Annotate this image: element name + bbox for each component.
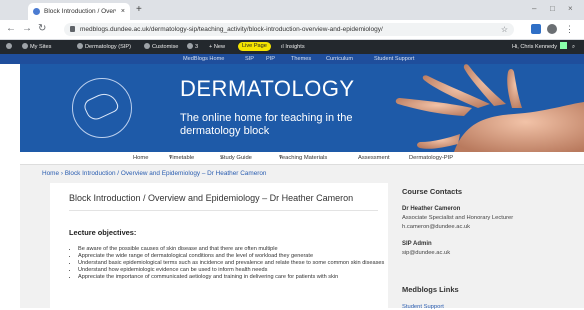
- comment-icon: [187, 43, 193, 49]
- objectives-heading: Lecture objectives:: [69, 228, 137, 237]
- new-tab-button[interactable]: +: [136, 3, 142, 17]
- search-icon[interactable]: ⌕: [572, 40, 575, 54]
- chevron-down-icon: ˅: [169, 155, 173, 161]
- top-link-pip[interactable]: PIP: [266, 54, 275, 64]
- top-link-student-support[interactable]: Student Support: [374, 54, 414, 64]
- top-link-curriculum[interactable]: Curriculum: [326, 54, 353, 64]
- list-item: Appreciate the wide range of dermatologi…: [78, 253, 392, 260]
- url-text: medblogs.dundee.ac.uk/dermatology-sip/te…: [80, 26, 383, 33]
- contact-name: Dr Heather Cameron: [402, 206, 461, 212]
- course-contacts-heading: Course Contacts: [402, 187, 463, 196]
- admin-email[interactable]: sip@dundee.ac.uk: [402, 250, 450, 256]
- address-bar[interactable]: medblogs.dundee.ac.uk/dermatology-sip/te…: [64, 23, 514, 36]
- new-content-link[interactable]: + New: [209, 40, 225, 54]
- chevron-down-icon: ˅: [279, 155, 283, 161]
- page-title: Block Introduction / Overview and Epidem…: [69, 193, 354, 203]
- wp-admin-bar: My Sites Dermatology (SIP) Customise 3 +…: [0, 40, 584, 54]
- lock-icon: [70, 26, 75, 32]
- article: Block Introduction / Overview and Epidem…: [50, 183, 388, 308]
- brush-icon: [144, 43, 150, 49]
- top-link-sip[interactable]: SIP: [245, 54, 254, 64]
- forward-arrow-icon[interactable]: →: [22, 22, 32, 36]
- comments-link[interactable]: 3: [187, 40, 198, 54]
- contact-email[interactable]: h.cameron@dundee.ac.uk: [402, 224, 470, 230]
- customise-link[interactable]: Customise: [144, 40, 178, 54]
- top-link-medblogs-home[interactable]: MedBlogs Home: [183, 54, 224, 64]
- account-menu[interactable]: Hi, Chris Kennedy: [512, 40, 568, 54]
- wordpress-logo-icon[interactable]: [6, 40, 14, 54]
- site-navigation: Home Timetable ˅ Study Guide ˅ Teaching …: [20, 152, 584, 165]
- tab-title: Block Introduction / Overview a: [44, 8, 116, 15]
- banner-subtitle: The online home for teaching in the derm…: [180, 112, 353, 137]
- banner-title: DERMATOLOGY: [180, 76, 355, 101]
- title-divider: [69, 210, 378, 211]
- back-arrow-icon[interactable]: ←: [6, 22, 16, 36]
- reload-icon[interactable]: ↻: [38, 22, 46, 36]
- student-support-link[interactable]: Student Support: [402, 304, 444, 310]
- list-item: Understand how epidemiologic evidence ca…: [78, 267, 392, 274]
- contact-role: Associate Specialist and Honorary Lectur…: [402, 215, 514, 221]
- my-sites-link[interactable]: My Sites: [22, 40, 51, 54]
- extension-icon[interactable]: [531, 24, 541, 34]
- sites-icon: [22, 43, 28, 49]
- close-window-button[interactable]: ×: [568, 3, 573, 15]
- live-page-button[interactable]: Live Page: [238, 42, 271, 51]
- site-favicon-icon: [33, 8, 40, 15]
- browser-toolbar: ← → ↻ medblogs.dundee.ac.uk/dermatology-…: [0, 20, 584, 40]
- top-link-themes[interactable]: Themes: [291, 54, 311, 64]
- star-icon[interactable]: ☆: [501, 23, 508, 36]
- nav-dermatology-pip[interactable]: Dermatology-PIP: [409, 152, 453, 164]
- breadcrumb[interactable]: Home › Block Introduction / Overview and…: [42, 170, 266, 177]
- maximize-button[interactable]: □: [550, 3, 555, 15]
- medblogs-links-heading: Medblogs Links: [402, 285, 459, 294]
- browser-tab[interactable]: Block Introduction / Overview a ×: [28, 3, 130, 20]
- site-banner: DERMATOLOGY The online home for teaching…: [20, 64, 584, 152]
- objectives-list: Be aware of the possible causes of skin …: [69, 246, 392, 281]
- tab-close-icon[interactable]: ×: [121, 3, 125, 20]
- list-item: Understand basic epidemiological terms s…: [78, 260, 392, 267]
- site-name-link[interactable]: Dermatology (SIP): [77, 40, 131, 54]
- nav-home[interactable]: Home: [133, 152, 148, 164]
- insights-link[interactable]: ıl Insights: [281, 40, 305, 54]
- admin-name: SIP Admin: [402, 241, 432, 247]
- profile-icon[interactable]: [547, 24, 557, 34]
- nav-assessment[interactable]: Assessment: [358, 152, 390, 164]
- hand-photo: [395, 64, 584, 152]
- top-links-bar: MedBlogs Home SIP PIP Themes Curriculum …: [0, 54, 584, 64]
- chevron-down-icon: ˅: [220, 155, 224, 161]
- minimize-button[interactable]: –: [532, 3, 536, 15]
- list-item: Be aware of the possible causes of skin …: [78, 246, 392, 253]
- list-item: Appreciate the importance of communicate…: [78, 274, 392, 281]
- home-icon: [77, 43, 83, 49]
- avatar: [560, 42, 568, 49]
- browser-tab-strip: Block Introduction / Overview a × + – □ …: [0, 0, 584, 20]
- content-area: Home › Block Introduction / Overview and…: [20, 165, 584, 310]
- hand-emblem-icon: [72, 78, 132, 138]
- menu-icon[interactable]: ⋮: [565, 22, 574, 36]
